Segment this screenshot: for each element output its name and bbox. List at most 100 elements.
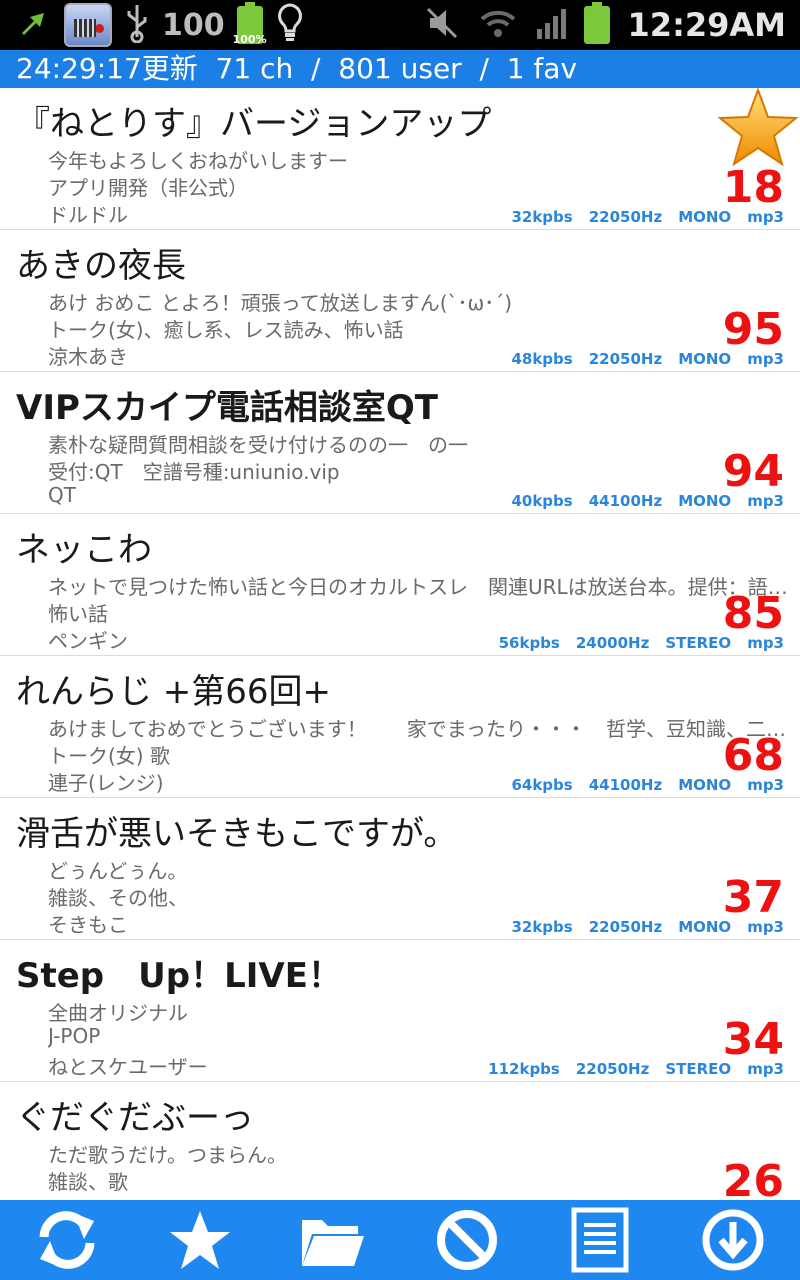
folder-icon bbox=[302, 1220, 365, 1266]
channel-description: どぅんどぅん。 bbox=[48, 859, 188, 883]
refresh-button[interactable] bbox=[27, 1204, 107, 1276]
stream-info: 48kpbs 22050Hz MONO mp3 bbox=[511, 350, 784, 368]
channel-genre: J-POP bbox=[48, 1024, 101, 1048]
listener-count: 26 bbox=[722, 1156, 784, 1200]
favorites-button[interactable] bbox=[160, 1204, 240, 1276]
lightbulb-icon bbox=[275, 2, 305, 48]
channel-description: 今年もよろしくおねがいしますー bbox=[48, 149, 348, 173]
sync-arrow-icon bbox=[16, 5, 52, 45]
sample-rate: 22050Hz bbox=[588, 208, 663, 226]
sample-rate: 24000Hz bbox=[575, 634, 650, 652]
channel-dj: 涼木あき bbox=[48, 345, 128, 369]
mute-icon bbox=[424, 5, 460, 45]
folder-button[interactable] bbox=[293, 1204, 373, 1276]
download-button[interactable] bbox=[693, 1204, 773, 1276]
bitrate: 56kpbs bbox=[498, 634, 560, 652]
usb-icon bbox=[124, 3, 150, 47]
channel-dj: ペンギン bbox=[48, 629, 128, 653]
status-bar-right: 12:29AM bbox=[424, 2, 786, 46]
wifi-icon bbox=[478, 7, 518, 43]
channel-item[interactable]: Step Up！LIVE！ 全曲オリジナル J-POP ねとスケユーザー 34 … bbox=[0, 940, 800, 1082]
listener-count: 34 bbox=[722, 1014, 784, 1065]
channel-title: 滑舌が悪いそきもこですが。 bbox=[16, 814, 458, 854]
listener-count: 37 bbox=[722, 872, 784, 923]
audio-channels: MONO bbox=[678, 918, 732, 936]
channel-genre: アプリ開発（非公式） bbox=[48, 176, 248, 200]
audio-channels: MONO bbox=[678, 492, 732, 510]
clock: 12:29AM bbox=[627, 6, 786, 44]
channel-item[interactable]: れんらじ +第66回+ あけましておめでとうございます！ 家でまったり・・・ 哲… bbox=[0, 656, 800, 798]
channel-description: ただ歌うだけ。つまらん。 bbox=[48, 1143, 287, 1167]
channel-genre: 雑談、歌 bbox=[48, 1170, 128, 1194]
star-icon bbox=[169, 1211, 230, 1269]
listener-count: 85 bbox=[722, 588, 784, 639]
channel-list[interactable]: 『ねとりす』バージョンアップ 今年もよろしくおねがいしますー アプリ開発（非公式… bbox=[0, 88, 800, 1200]
channel-dj: そきもこ bbox=[48, 913, 128, 937]
audio-format: mp3 bbox=[747, 208, 784, 226]
stream-info: 32kpbs 22050Hz MONO mp3 bbox=[511, 918, 784, 936]
block-icon bbox=[436, 1210, 497, 1270]
signal-icon bbox=[536, 7, 566, 43]
listener-count: 18 bbox=[722, 162, 784, 213]
status-bar: 100 100% 12:29AM bbox=[0, 0, 800, 50]
refresh-icon bbox=[39, 1211, 95, 1269]
audio-format: mp3 bbox=[747, 492, 784, 510]
listener-count: 68 bbox=[722, 730, 784, 781]
audio-format: mp3 bbox=[747, 1060, 784, 1078]
channel-item[interactable]: 『ねとりす』バージョンアップ 今年もよろしくおねがいしますー アプリ開発（非公式… bbox=[0, 88, 800, 230]
bitrate: 48kpbs bbox=[511, 350, 573, 368]
battery-percent: 100% bbox=[232, 33, 267, 46]
channel-dj: ドルドル bbox=[48, 203, 128, 227]
bitrate: 32kpbs bbox=[511, 208, 573, 226]
channel-description: 全曲オリジナル bbox=[48, 1001, 188, 1025]
channel-item[interactable]: あきの夜長 あけ おめこ とよろ！頑張って放送しますん(`･ω･´) トーク(女… bbox=[0, 230, 800, 372]
channel-genre: トーク(女) 歌 bbox=[48, 744, 170, 768]
channel-item[interactable]: VIPスカイプ電話相談室QT 素朴な疑問質問相談を受け付けるのの一 の一 受付:… bbox=[0, 372, 800, 514]
sample-rate: 22050Hz bbox=[588, 350, 663, 368]
stream-info: 64kpbs 44100Hz MONO mp3 bbox=[511, 776, 784, 794]
channel-title: ネッこわ bbox=[16, 530, 152, 570]
list-button[interactable] bbox=[560, 1204, 640, 1276]
channel-description: 素朴な疑問質問相談を受け付けるのの一 の一 bbox=[48, 433, 468, 457]
notification-count: 100 bbox=[162, 7, 225, 43]
audio-format: mp3 bbox=[747, 776, 784, 794]
channel-item[interactable]: 滑舌が悪いそきもこですが。 どぅんどぅん。 雑談、その他、 そきもこ 37 32… bbox=[0, 798, 800, 940]
sample-rate: 44100Hz bbox=[588, 776, 663, 794]
status-bar-left: 100 100% bbox=[16, 2, 305, 48]
sample-rate: 22050Hz bbox=[588, 918, 663, 936]
channel-description: あけましておめでとうございます！ 家でまったり・・・ 哲学、豆知識、二… bbox=[48, 717, 786, 741]
stream-info: 40kpbs 44100Hz MONO mp3 bbox=[511, 492, 784, 510]
bitrate: 112kpbs bbox=[488, 1060, 560, 1078]
channel-title: れんらじ +第66回+ bbox=[16, 672, 332, 712]
channel-dj: 連子(レンジ) bbox=[48, 771, 164, 795]
audio-channels: MONO bbox=[678, 208, 732, 226]
channel-item[interactable]: ネッこわ ネットで見つけた怖い話と今日のオカルトスレ 関連URLは放送台本。提供… bbox=[0, 514, 800, 656]
channel-item[interactable]: ぐだぐだぶーっ ただ歌うだけ。つまらん。 雑談、歌 26 bbox=[0, 1082, 800, 1200]
download-icon bbox=[702, 1209, 764, 1271]
channel-title: ぐだぐだぶーっ bbox=[16, 1098, 254, 1138]
audio-channels: STEREO bbox=[665, 1060, 732, 1078]
sample-rate: 44100Hz bbox=[588, 492, 663, 510]
battery-icon: 100% bbox=[233, 2, 267, 46]
listener-count: 94 bbox=[722, 446, 784, 497]
favorite-star-icon[interactable] bbox=[716, 88, 800, 170]
bitrate: 32kpbs bbox=[511, 918, 573, 936]
channel-description: あけ おめこ とよろ！頑張って放送しますん(`･ω･´) bbox=[48, 291, 513, 315]
channel-dj: ねとスケユーザー bbox=[48, 1055, 208, 1079]
sample-rate: 22050Hz bbox=[575, 1060, 650, 1078]
channel-dj: QT bbox=[48, 483, 76, 507]
channel-title: あきの夜長 bbox=[16, 246, 186, 286]
channel-title: VIPスカイプ電話相談室QT bbox=[16, 388, 438, 428]
stream-info: 32kpbs 22050Hz MONO mp3 bbox=[511, 208, 784, 226]
document-icon bbox=[571, 1207, 629, 1273]
channel-description: ネットで見つけた怖い話と今日のオカルトスレ 関連URLは放送台本。提供：語学… bbox=[48, 575, 798, 599]
stream-info: 112kpbs 22050Hz STEREO mp3 bbox=[488, 1060, 784, 1078]
audio-channels: MONO bbox=[678, 776, 732, 794]
listener-count: 95 bbox=[722, 304, 784, 355]
block-button[interactable] bbox=[427, 1204, 507, 1276]
channel-title: 『ねとりす』バージョンアップ bbox=[16, 104, 492, 144]
bitrate: 64kpbs bbox=[511, 776, 573, 794]
radio-app-icon bbox=[64, 3, 112, 47]
audio-channels: MONO bbox=[678, 350, 732, 368]
bottom-toolbar bbox=[0, 1200, 800, 1280]
